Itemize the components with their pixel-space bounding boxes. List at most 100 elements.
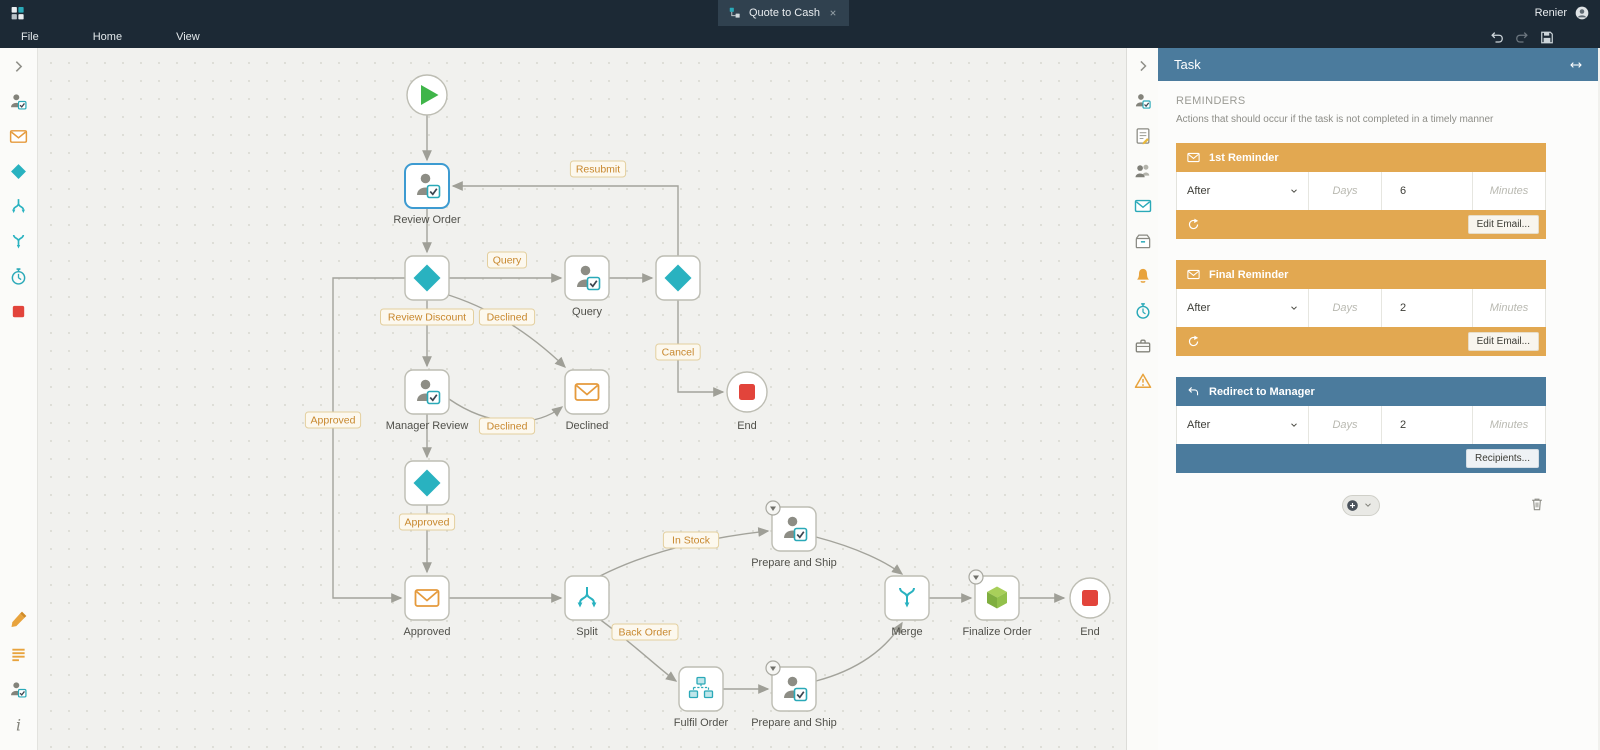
timer-icon[interactable] bbox=[1131, 299, 1155, 323]
merge-icon[interactable] bbox=[6, 228, 32, 254]
minutes-input[interactable]: Minutes bbox=[1473, 289, 1545, 327]
redo-icon[interactable] bbox=[1513, 28, 1531, 46]
event-badge-icon bbox=[765, 660, 781, 676]
reminder-toolbar bbox=[1176, 494, 1546, 516]
user-task-icon[interactable] bbox=[6, 676, 32, 702]
package-icon[interactable] bbox=[1131, 229, 1155, 253]
user-area: Renier bbox=[1535, 5, 1600, 21]
days-input[interactable]: Days bbox=[1309, 406, 1382, 444]
node-label: Finalize Order bbox=[962, 626, 1031, 638]
mail-orange-icon[interactable] bbox=[6, 123, 32, 149]
list-icon[interactable] bbox=[6, 641, 32, 667]
chevron-down-icon[interactable] bbox=[1362, 499, 1374, 511]
days-input[interactable]: Days bbox=[1309, 289, 1382, 327]
split-icon[interactable] bbox=[6, 193, 32, 219]
duration-value-input[interactable]: 2 bbox=[1382, 406, 1473, 444]
node-label: Prepare and Ship bbox=[751, 557, 837, 569]
after-dropdown[interactable]: After bbox=[1177, 406, 1309, 444]
plus-icon[interactable] bbox=[1345, 498, 1360, 513]
node-label: Review Order bbox=[393, 214, 461, 226]
document-tab[interactable]: Quote to Cash bbox=[718, 0, 849, 26]
menu-file[interactable]: File bbox=[0, 31, 66, 43]
node-finalize-order[interactable] bbox=[968, 569, 1020, 621]
node-label: Approved bbox=[398, 513, 456, 531]
user-task-icon[interactable] bbox=[1131, 89, 1155, 113]
svg-text:Declined: Declined bbox=[487, 421, 528, 433]
chevron-right-icon[interactable] bbox=[6, 53, 32, 79]
duration-value-input[interactable]: 2 bbox=[1382, 289, 1473, 327]
node-review-order[interactable] bbox=[404, 163, 450, 209]
panel-title: Task bbox=[1174, 57, 1201, 72]
form-icon[interactable] bbox=[1131, 124, 1155, 148]
decision-icon[interactable] bbox=[6, 158, 32, 184]
event-badge-icon bbox=[968, 569, 984, 585]
end-icon[interactable] bbox=[6, 298, 32, 324]
edit-email-button[interactable]: Edit Email... bbox=[1467, 215, 1539, 234]
after-dropdown[interactable]: After bbox=[1177, 289, 1309, 327]
svg-text:Approved: Approved bbox=[311, 415, 356, 427]
edge-label: In Stock bbox=[662, 531, 720, 549]
close-icon[interactable] bbox=[827, 7, 839, 19]
node-prepare-and-ship-2[interactable] bbox=[765, 660, 817, 712]
node-end-2[interactable] bbox=[1069, 577, 1111, 619]
chevron-right-icon[interactable] bbox=[1131, 54, 1155, 78]
delete-reminder-icon[interactable] bbox=[1528, 495, 1546, 513]
warning-icon[interactable] bbox=[1131, 369, 1155, 393]
timer-icon[interactable] bbox=[6, 263, 32, 289]
node-merge[interactable] bbox=[884, 575, 930, 621]
shapes-toolbar: i bbox=[0, 48, 38, 750]
menu-home[interactable]: Home bbox=[66, 31, 149, 43]
node-approved[interactable] bbox=[404, 575, 450, 621]
mail-teal-icon[interactable] bbox=[1131, 194, 1155, 218]
edit-email-button[interactable]: Edit Email... bbox=[1467, 332, 1539, 351]
node-manager-review[interactable] bbox=[404, 369, 450, 415]
redirect-card: Redirect to Manager After Days 2 Minutes… bbox=[1176, 377, 1546, 473]
days-input[interactable]: Days bbox=[1309, 172, 1382, 210]
undo-icon[interactable] bbox=[1488, 28, 1506, 46]
node-declined[interactable] bbox=[564, 369, 610, 415]
edge[interactable] bbox=[451, 181, 679, 256]
menu-view[interactable]: View bbox=[149, 31, 227, 43]
minutes-input[interactable]: Minutes bbox=[1473, 172, 1545, 210]
node-label: End bbox=[737, 420, 757, 432]
save-icon[interactable] bbox=[1538, 28, 1556, 46]
after-dropdown[interactable]: After bbox=[1177, 172, 1309, 210]
refresh-icon[interactable] bbox=[1186, 217, 1201, 232]
minutes-input[interactable]: Minutes bbox=[1473, 406, 1545, 444]
node-start[interactable] bbox=[406, 74, 448, 116]
node-fulfil-order[interactable] bbox=[678, 666, 724, 712]
info-icon[interactable]: i bbox=[6, 711, 32, 737]
node-prepare-and-ship-1[interactable] bbox=[765, 500, 817, 552]
properties-rail bbox=[1126, 48, 1158, 750]
titlebar: Quote to Cash Renier bbox=[0, 0, 1600, 26]
edge-label: Approved bbox=[304, 411, 362, 429]
pencil-icon[interactable] bbox=[6, 606, 32, 632]
node-end-1[interactable] bbox=[726, 371, 768, 413]
card-title: Redirect to Manager bbox=[1209, 385, 1315, 398]
node-review-discount[interactable] bbox=[404, 255, 450, 301]
expand-panel-icon[interactable] bbox=[1568, 57, 1584, 73]
bell-icon[interactable] bbox=[1131, 264, 1155, 288]
recipients-button[interactable]: Recipients... bbox=[1465, 449, 1539, 468]
add-reminder-button[interactable] bbox=[1342, 494, 1380, 516]
node-label: Review Discount bbox=[380, 308, 474, 326]
user-task-icon[interactable] bbox=[6, 88, 32, 114]
edge[interactable] bbox=[815, 621, 903, 682]
duration-value-input[interactable]: 6 bbox=[1382, 172, 1473, 210]
edge-label: Declined bbox=[478, 417, 536, 435]
node-query[interactable] bbox=[564, 255, 610, 301]
edge[interactable] bbox=[332, 277, 405, 603]
node-split[interactable] bbox=[564, 575, 610, 621]
edge[interactable] bbox=[441, 292, 567, 368]
briefcase-icon[interactable] bbox=[1131, 334, 1155, 358]
after-dropdown-value: After bbox=[1187, 419, 1211, 431]
node-query-decision[interactable] bbox=[655, 255, 701, 301]
svg-text:Cancel: Cancel bbox=[662, 347, 695, 359]
workflow-canvas[interactable]: Query Resubmit Cancel Declined Declined Appro… bbox=[38, 48, 1126, 750]
avatar[interactable] bbox=[1574, 5, 1590, 21]
node-approved-decision[interactable] bbox=[404, 460, 450, 506]
chevron-down-icon bbox=[1288, 419, 1300, 431]
chevron-down-icon bbox=[1288, 302, 1300, 314]
refresh-icon[interactable] bbox=[1186, 334, 1201, 349]
users-icon[interactable] bbox=[1131, 159, 1155, 183]
